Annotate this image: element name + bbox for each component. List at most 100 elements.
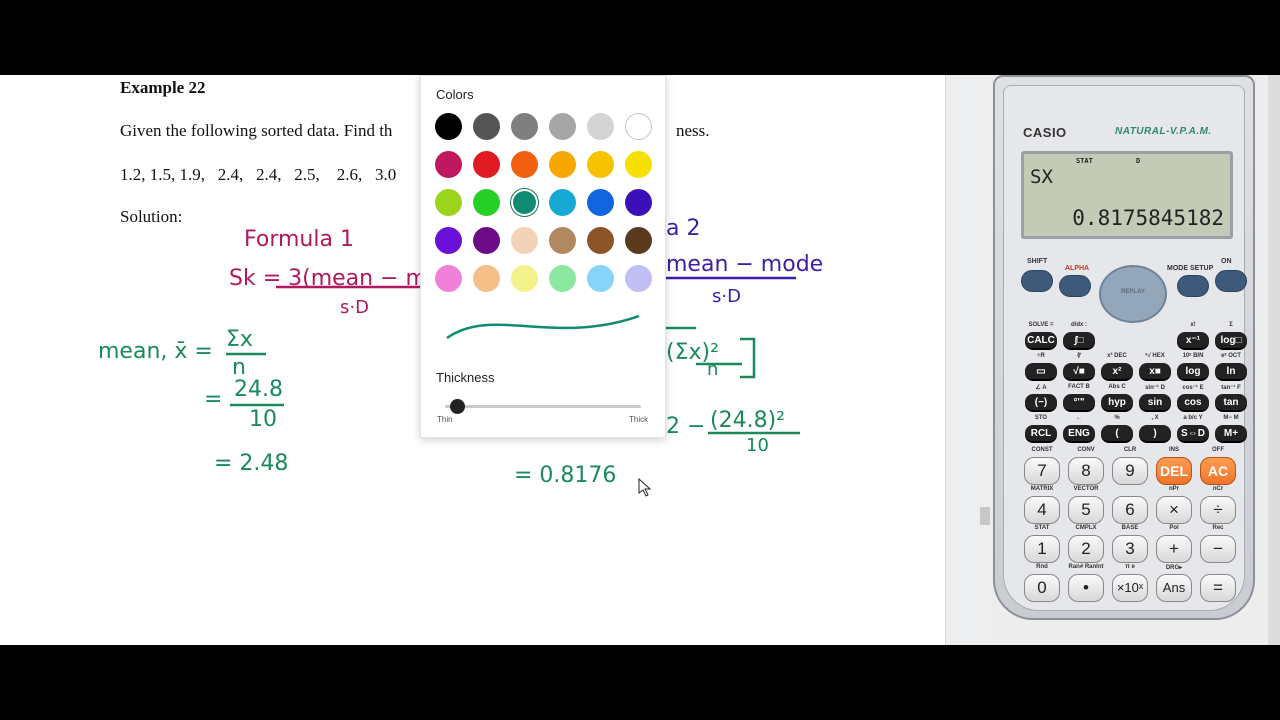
function-key[interactable]: (−): [1025, 394, 1057, 412]
color-swatch[interactable]: [511, 265, 538, 292]
number-key[interactable]: 4: [1024, 496, 1060, 524]
function-key[interactable]: (: [1101, 425, 1133, 443]
function-key[interactable]: CALC: [1025, 332, 1057, 350]
function-key[interactable]: log: [1177, 363, 1209, 381]
formula-2-denominator: s·D: [712, 286, 741, 307]
color-swatch[interactable]: [625, 227, 652, 254]
function-key[interactable]: ENG: [1063, 425, 1095, 443]
color-swatch[interactable]: [473, 227, 500, 254]
function-key[interactable]: sin: [1139, 394, 1171, 412]
color-swatch[interactable]: [435, 189, 462, 216]
color-swatch[interactable]: [587, 265, 614, 292]
function-key[interactable]: °'": [1063, 394, 1095, 412]
scrollbar-gutter[interactable]: [945, 75, 991, 645]
function-key[interactable]: cos: [1177, 394, 1209, 412]
number-key[interactable]: =: [1200, 574, 1236, 602]
number-key[interactable]: 6: [1112, 496, 1148, 524]
color-swatch[interactable]: [511, 189, 538, 216]
number-key[interactable]: 1: [1024, 535, 1060, 563]
color-swatch[interactable]: [625, 265, 652, 292]
shift-key[interactable]: [1021, 270, 1053, 292]
function-key[interactable]: ln: [1215, 363, 1247, 381]
color-swatch[interactable]: [511, 151, 538, 178]
on-key[interactable]: [1215, 270, 1247, 292]
color-swatch[interactable]: [625, 113, 652, 140]
color-swatch[interactable]: [473, 265, 500, 292]
color-swatch[interactable]: [435, 113, 462, 140]
key-shift-label: Ran# RanInt: [1068, 564, 1104, 570]
key-shift-label: CONV: [1077, 447, 1095, 453]
color-swatch[interactable]: [473, 151, 500, 178]
function-key[interactable]: ▭: [1025, 363, 1057, 381]
mode-key[interactable]: [1177, 275, 1209, 297]
thickness-slider-thumb[interactable]: [449, 399, 465, 414]
number-key[interactable]: ×10ˣ: [1112, 574, 1148, 602]
calculator-body: CASIO NATURAL-V.P.A.M. STAT D SX 0.81758…: [993, 75, 1255, 620]
number-key[interactable]: AC: [1200, 457, 1236, 485]
window-edge: [1268, 75, 1280, 645]
color-swatch[interactable]: [625, 151, 652, 178]
color-swatch[interactable]: [473, 113, 500, 140]
calculator-window: CASIO NATURAL-V.P.A.M. STAT D SX 0.81758…: [990, 75, 1280, 645]
function-key[interactable]: log□: [1215, 332, 1247, 350]
key-shift-label: INS: [1168, 447, 1179, 453]
key-shift-label: Pol: [1169, 525, 1179, 531]
key-shift-label: %: [1114, 415, 1120, 421]
key-shift-label: M− M: [1223, 415, 1239, 421]
number-key[interactable]: ÷: [1200, 496, 1236, 524]
color-swatch[interactable]: [511, 113, 538, 140]
color-swatch[interactable]: [549, 189, 576, 216]
color-swatch[interactable]: [435, 227, 462, 254]
key-shift-label: sin⁻¹ D: [1145, 385, 1165, 391]
function-key[interactable]: RCL: [1025, 425, 1057, 443]
number-key[interactable]: 3: [1112, 535, 1148, 563]
color-swatch[interactable]: [435, 151, 462, 178]
number-key[interactable]: ×: [1156, 496, 1192, 524]
color-swatch[interactable]: [549, 265, 576, 292]
function-key[interactable]: ): [1139, 425, 1171, 443]
number-key[interactable]: 7: [1024, 457, 1060, 485]
function-key[interactable]: x⁻¹: [1177, 332, 1209, 350]
color-swatch[interactable]: [435, 265, 462, 292]
number-key[interactable]: •: [1068, 574, 1104, 602]
function-key[interactable]: tan: [1215, 394, 1247, 412]
number-key[interactable]: 2: [1068, 535, 1104, 563]
number-key[interactable]: DEL: [1156, 457, 1192, 485]
key-shift-label: FACT B: [1068, 384, 1090, 390]
color-swatch[interactable]: [587, 189, 614, 216]
on-label: ON: [1221, 258, 1232, 265]
key-shift-label: Σ: [1229, 322, 1233, 328]
key-shift-label: DRG▸: [1165, 565, 1183, 571]
color-swatch[interactable]: [625, 189, 652, 216]
color-swatch[interactable]: [473, 189, 500, 216]
step-equals: =: [204, 387, 222, 412]
function-key[interactable]: √■: [1063, 363, 1095, 381]
color-swatch[interactable]: [549, 151, 576, 178]
number-key[interactable]: 0: [1024, 574, 1060, 602]
alpha-key[interactable]: [1059, 275, 1091, 297]
thickness-slider-track[interactable]: [445, 405, 641, 408]
number-key[interactable]: +: [1156, 535, 1192, 563]
degree-indicator: D: [1136, 157, 1141, 165]
function-key[interactable]: x²: [1101, 363, 1133, 381]
function-key[interactable]: S⇔D: [1177, 425, 1209, 443]
color-swatch[interactable]: [587, 151, 614, 178]
cursor-icon: [638, 477, 652, 497]
color-swatch[interactable]: [549, 227, 576, 254]
number-key[interactable]: 8: [1068, 457, 1104, 485]
function-key[interactable]: ∫□: [1063, 332, 1095, 350]
function-key[interactable]: x■: [1139, 363, 1171, 381]
function-key[interactable]: hyp: [1101, 394, 1133, 412]
number-key[interactable]: −: [1200, 535, 1236, 563]
key-shift-label: π e: [1125, 564, 1135, 570]
color-swatch[interactable]: [511, 227, 538, 254]
number-key[interactable]: 5: [1068, 496, 1104, 524]
function-key[interactable]: M+: [1215, 425, 1247, 443]
color-swatch[interactable]: [587, 113, 614, 140]
replay-dpad[interactable]: REPLAY: [1099, 265, 1167, 323]
color-swatch[interactable]: [587, 227, 614, 254]
number-key[interactable]: Ans: [1156, 574, 1192, 602]
number-key[interactable]: 9: [1112, 457, 1148, 485]
color-swatch[interactable]: [549, 113, 576, 140]
key-shift-label: x!: [1190, 322, 1196, 328]
